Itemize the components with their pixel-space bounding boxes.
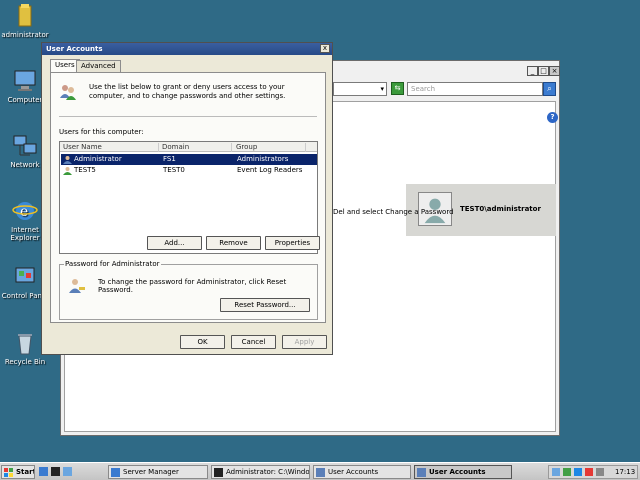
user-folder-icon (18, 4, 32, 27)
user-accounts-dialog[interactable]: User Accounts x Users Advanced Use the l… (41, 42, 333, 355)
desktop-icon-administrator[interactable]: administrator (0, 3, 50, 39)
search-button[interactable]: ⌕ (543, 82, 556, 96)
column-header-user-name[interactable]: User Name (63, 143, 159, 152)
tray-icon[interactable] (574, 468, 582, 476)
maximize-button[interactable]: □ (538, 66, 549, 76)
command-prompt-quicklaunch-icon[interactable] (51, 467, 60, 476)
user-icon (63, 167, 72, 175)
taskbar-item-server-manager[interactable]: Server Manager (108, 465, 208, 479)
user-key-icon (69, 279, 85, 293)
network-icon (13, 135, 37, 156)
apply-button[interactable]: Apply (282, 335, 327, 349)
user-name: TEST0\administrator (460, 205, 541, 213)
divider (59, 116, 317, 117)
tray-icon[interactable] (585, 468, 593, 476)
column-header-group[interactable]: Group (236, 143, 306, 152)
recycle-bin-icon (18, 334, 32, 355)
password-instructions: To change the password for Administrator… (98, 278, 287, 294)
taskbar-item-user-accounts[interactable]: User Accounts (313, 465, 411, 479)
volume-icon[interactable] (596, 468, 604, 476)
clock[interactable]: 17:13 (615, 468, 635, 476)
taskbar: Start Server Manager Administrator: C:\W… (0, 462, 640, 480)
go-arrows-icon[interactable]: ⇆ (391, 82, 404, 95)
reset-password-button[interactable]: Reset Password... (220, 298, 310, 312)
close-button[interactable]: × (549, 66, 560, 76)
taskbar-item-user-accounts-active[interactable]: User Accounts (414, 465, 512, 479)
control-panel-icon (15, 267, 35, 283)
server-manager-icon (111, 468, 120, 477)
column-header-domain[interactable]: Domain (162, 143, 232, 152)
system-tray: 17:13 (548, 465, 638, 479)
dialog-title-bar[interactable]: User Accounts (42, 43, 332, 55)
instruction-text: Del and select Change a Password (333, 208, 454, 216)
list-header: User Name Domain Group (60, 142, 317, 152)
dialog-close-button[interactable]: x (320, 44, 330, 53)
network-tray-icon[interactable] (552, 468, 560, 476)
command-prompt-icon (214, 468, 223, 477)
show-desktop-icon[interactable] (63, 467, 72, 476)
minimize-button[interactable]: _ (527, 66, 538, 76)
cancel-button[interactable]: Cancel (231, 335, 276, 349)
user-accounts-icon (316, 468, 325, 477)
add-user-button[interactable]: Add... (147, 236, 202, 250)
tray-icon[interactable] (563, 468, 571, 476)
taskbar-item-command-prompt[interactable]: Administrator: C:\Windo... (211, 465, 310, 479)
search-input[interactable]: Search (407, 82, 543, 96)
table-row[interactable]: TEST5 TEST0 Event Log Readers (61, 165, 317, 176)
intro-text: Use the list below to grant or deny user… (89, 83, 286, 100)
table-row[interactable]: Administrator FS1 Administrators (61, 154, 317, 165)
users-tab-panel: Use the list below to grant or deny user… (50, 72, 326, 323)
windows-logo-icon (4, 468, 13, 477)
dropdown-arrow-icon[interactable]: ▾ (380, 85, 384, 93)
tab-advanced[interactable]: Advanced (76, 60, 121, 72)
address-bar[interactable]: ▾ (333, 82, 387, 96)
users-heading: Users for this computer: (59, 128, 144, 136)
server-manager-quicklaunch-icon[interactable] (39, 467, 48, 476)
dialog-title: User Accounts (46, 45, 103, 53)
password-group-label: Password for Administrator (64, 260, 161, 268)
users-icon (60, 85, 76, 100)
remove-user-button[interactable]: Remove (206, 236, 261, 250)
ok-button[interactable]: OK (180, 335, 225, 349)
properties-button[interactable]: Properties (265, 236, 320, 250)
user-icon (63, 156, 72, 164)
user-accounts-icon (417, 468, 426, 477)
start-button[interactable]: Start (1, 465, 35, 479)
computer-icon (14, 70, 36, 91)
password-group: Password for Administrator To change the… (59, 260, 318, 320)
internet-explorer-icon: e (12, 202, 38, 220)
help-icon[interactable]: ? (547, 112, 558, 123)
